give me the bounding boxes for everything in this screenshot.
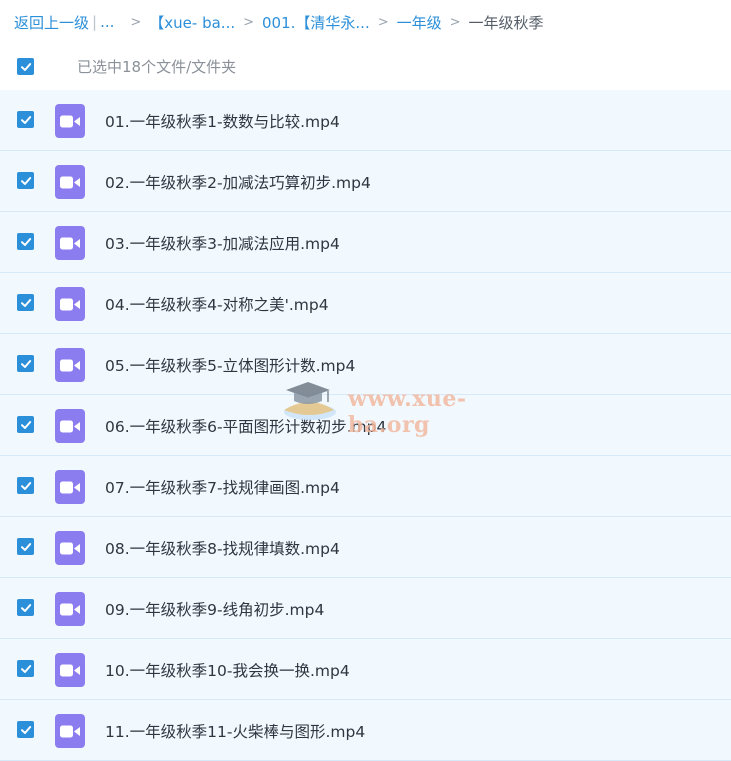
file-row[interactable]: 04.一年级秋季4-对称之美'.mp4	[0, 273, 731, 334]
breadcrumb-item[interactable]: 【xue- ba...	[149, 12, 235, 33]
video-file-icon	[55, 531, 85, 565]
file-checkbox[interactable]	[17, 416, 34, 433]
file-row[interactable]: 09.一年级秋季9-线角初步.mp4	[0, 578, 731, 639]
video-file-icon	[55, 287, 85, 321]
breadcrumb-item[interactable]: 001.【清华永...	[262, 12, 370, 33]
file-name[interactable]: 07.一年级秋季7-找规律画图.mp4	[105, 476, 340, 498]
chevron-right-icon: >	[377, 14, 389, 30]
file-checkbox[interactable]	[17, 294, 34, 311]
checkmark-icon	[20, 176, 31, 185]
file-name[interactable]: 04.一年级秋季4-对称之美'.mp4	[105, 293, 329, 315]
chevron-right-icon: >	[449, 14, 461, 30]
breadcrumb-divider: |	[92, 13, 98, 31]
checkmark-icon	[20, 115, 31, 124]
file-row[interactable]: 05.一年级秋季5-立体图形计数.mp4	[0, 334, 731, 395]
file-row[interactable]: 06.一年级秋季6-平面图形计数初步.mp4	[0, 395, 731, 456]
breadcrumb-current: 一年级秋季	[468, 13, 544, 32]
file-name[interactable]: 10.一年级秋季10-我会换一换.mp4	[105, 659, 350, 681]
checkmark-icon	[20, 359, 31, 368]
checkmark-icon	[20, 603, 31, 612]
file-list: 01.一年级秋季1-数数与比较.mp4 02.一年级秋季2-加减法巧算初步.mp4…	[0, 90, 731, 761]
file-name[interactable]: 02.一年级秋季2-加减法巧算初步.mp4	[105, 171, 371, 193]
video-file-icon	[55, 165, 85, 199]
file-name[interactable]: 03.一年级秋季3-加减法应用.mp4	[105, 232, 340, 254]
video-file-icon	[55, 226, 85, 260]
file-row[interactable]: 01.一年级秋季1-数数与比较.mp4	[0, 90, 731, 151]
file-checkbox[interactable]	[17, 355, 34, 372]
video-file-icon	[55, 470, 85, 504]
file-row[interactable]: 02.一年级秋季2-加减法巧算初步.mp4	[0, 151, 731, 212]
video-file-icon	[55, 348, 85, 382]
checkmark-icon	[20, 542, 31, 551]
breadcrumb-ellipsis[interactable]: ...	[100, 13, 114, 31]
chevron-right-icon: >	[130, 14, 142, 30]
checkmark-icon	[20, 664, 31, 673]
file-name[interactable]: 05.一年级秋季5-立体图形计数.mp4	[105, 354, 355, 376]
chevron-right-icon: >	[243, 14, 255, 30]
checkmark-icon	[20, 237, 31, 246]
selection-bar: 已选中18个文件/文件夹	[0, 52, 731, 82]
video-file-icon	[55, 653, 85, 687]
file-checkbox[interactable]	[17, 538, 34, 555]
video-file-icon	[55, 714, 85, 748]
selection-count: 已选中18个文件/文件夹	[77, 58, 237, 76]
file-name[interactable]: 06.一年级秋季6-平面图形计数初步.mp4	[105, 415, 386, 437]
file-checkbox[interactable]	[17, 721, 34, 738]
breadcrumb: 返回上一级 | ... > 【xue- ba... > 001.【清华永... …	[14, 10, 544, 34]
file-row[interactable]: 07.一年级秋季7-找规律画图.mp4	[0, 456, 731, 517]
file-name[interactable]: 09.一年级秋季9-线角初步.mp4	[105, 598, 324, 620]
file-name[interactable]: 08.一年级秋季8-找规律填数.mp4	[105, 537, 340, 559]
checkmark-icon	[20, 62, 31, 71]
select-all-checkbox[interactable]	[17, 58, 34, 75]
breadcrumb-item[interactable]: 一年级	[397, 12, 442, 33]
checkmark-icon	[20, 481, 31, 490]
file-row[interactable]: 11.一年级秋季11-火柴棒与图形.mp4	[0, 700, 731, 761]
file-checkbox[interactable]	[17, 477, 34, 494]
checkmark-icon	[20, 725, 31, 734]
file-row[interactable]: 03.一年级秋季3-加减法应用.mp4	[0, 212, 731, 273]
video-file-icon	[55, 592, 85, 626]
file-checkbox[interactable]	[17, 111, 34, 128]
file-name[interactable]: 11.一年级秋季11-火柴棒与图形.mp4	[105, 720, 365, 742]
file-checkbox[interactable]	[17, 660, 34, 677]
checkmark-icon	[20, 420, 31, 429]
back-link[interactable]: 返回上一级	[14, 12, 89, 33]
file-checkbox[interactable]	[17, 172, 34, 189]
file-row[interactable]: 08.一年级秋季8-找规律填数.mp4	[0, 517, 731, 578]
checkmark-icon	[20, 298, 31, 307]
file-checkbox[interactable]	[17, 599, 34, 616]
file-name[interactable]: 01.一年级秋季1-数数与比较.mp4	[105, 110, 340, 132]
video-file-icon	[55, 104, 85, 138]
video-file-icon	[55, 409, 85, 443]
file-checkbox[interactable]	[17, 233, 34, 250]
file-row[interactable]: 10.一年级秋季10-我会换一换.mp4	[0, 639, 731, 700]
